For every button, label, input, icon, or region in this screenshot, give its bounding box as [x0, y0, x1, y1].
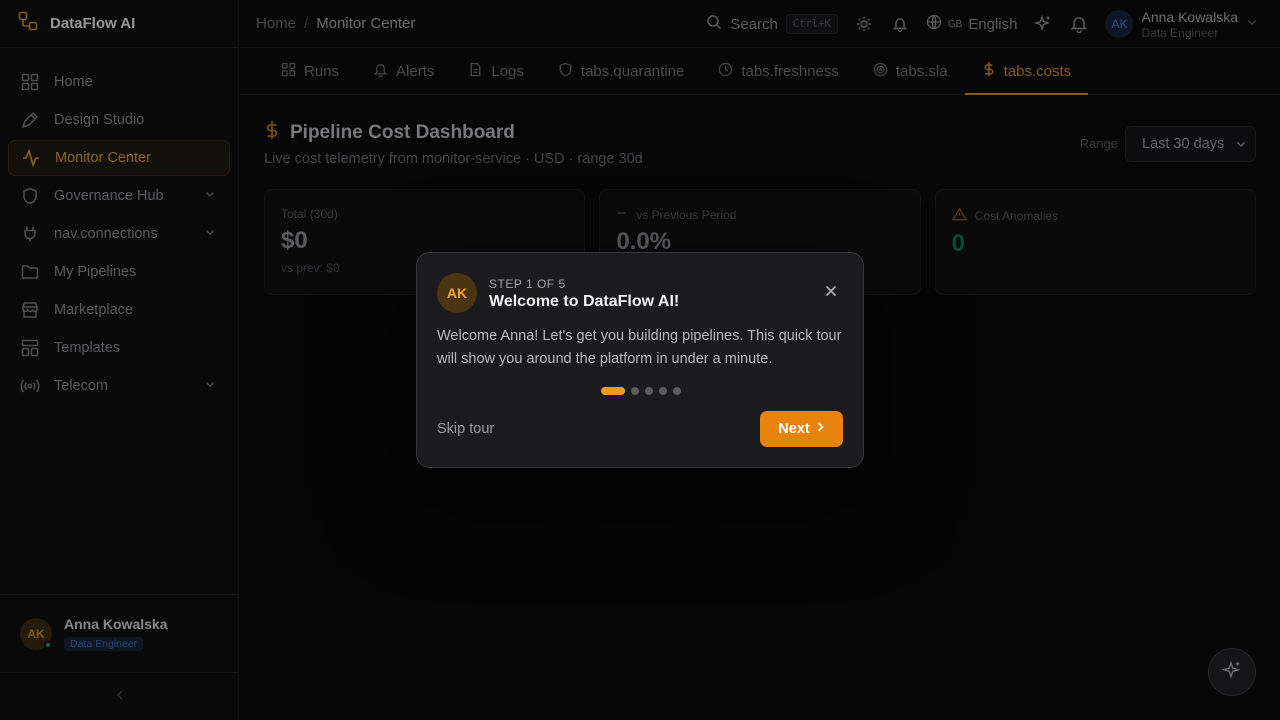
tour-step-indicator: STEP 1 OF 5: [489, 277, 566, 291]
close-icon: [825, 284, 837, 302]
avatar: AK: [437, 273, 477, 313]
progress-dot-active: [601, 387, 625, 395]
progress-dot: [631, 387, 639, 395]
ai-assistant-button[interactable]: [1208, 648, 1256, 696]
progress-dot: [659, 387, 667, 395]
chevron-right-icon: [816, 421, 825, 437]
sparkles-icon: [1221, 660, 1242, 685]
progress-dot: [645, 387, 653, 395]
tour-body: Welcome Anna! Let's get you building pip…: [437, 328, 842, 367]
onboarding-tour-dialog: AK STEP 1 OF 5 Welcome to DataFlow AI! W…: [416, 252, 864, 468]
skip-tour-button[interactable]: Skip tour: [437, 421, 494, 437]
app-root: DataFlow AI Home Design Studio Monitor C…: [0, 0, 1280, 720]
tour-progress-dots: [601, 387, 681, 395]
tour-title: Welcome to DataFlow AI!: [489, 293, 680, 310]
next-button[interactable]: Next: [760, 411, 843, 447]
progress-dot: [673, 387, 681, 395]
next-button-label: Next: [778, 421, 810, 437]
close-button[interactable]: [821, 283, 841, 303]
